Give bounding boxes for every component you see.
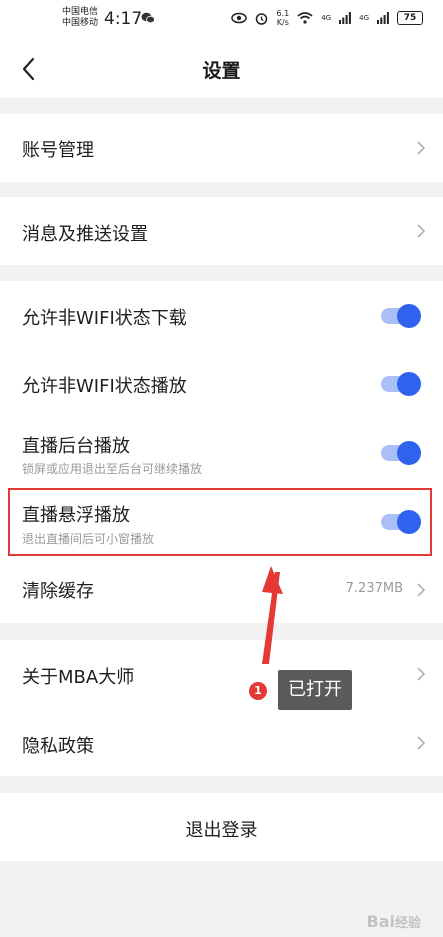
toggle-row-background-play: 直播后台播放 锁屏或应用退出至后台可继续播放 — [0, 417, 443, 487]
row-label: 直播悬浮播放 — [22, 505, 130, 526]
toggle-row-wifi-download: 允许非WIFI状态下载 — [0, 281, 443, 349]
row-sublabel: 锁屏或应用退出至后台可继续播放 — [22, 462, 203, 476]
logout-label: 退出登录 — [185, 820, 258, 841]
settings-group-about: 关于MBA大师 隐私政策 — [0, 640, 443, 776]
watermark-logo: Bai经验 — [366, 912, 422, 931]
settings-group-playback: 允许非WIFI状态下载 允许非WIFI状态播放 直播后台播放 锁屏或应用退出至后… — [0, 281, 443, 623]
net-speed-value: 6.1 — [276, 9, 290, 18]
step-badge: 1 — [249, 682, 267, 700]
clear-cache-row[interactable]: 清除缓存 7.237MB — [0, 557, 443, 623]
about-row[interactable]: 关于MBA大师 — [0, 640, 443, 708]
nav-bar: 设置 — [0, 40, 443, 98]
signal-1-label: 4G — [321, 14, 332, 22]
privacy-row[interactable]: 隐私政策 — [0, 708, 443, 776]
wifi-play-toggle[interactable] — [381, 372, 421, 396]
row-label: 账号管理 — [22, 140, 94, 161]
row-label: 清除缓存 — [22, 581, 94, 602]
row-sublabel: 退出直播间后可小窗播放 — [22, 532, 155, 546]
float-play-toggle[interactable] — [381, 510, 421, 534]
toggle-row-float-play: 直播悬浮播放 退出直播间后可小窗播放 — [0, 487, 443, 557]
logout-button[interactable]: 退出登录 — [0, 793, 443, 861]
chevron-right-icon — [417, 667, 426, 681]
wifi-download-toggle[interactable] — [381, 304, 421, 328]
settings-group-account: 账号管理 — [0, 114, 443, 182]
signal-icon — [339, 12, 352, 24]
background-play-toggle[interactable] — [381, 441, 421, 465]
status-icons: 6.1 K/s 4G 4G 75 — [231, 9, 423, 27]
push-settings-row[interactable]: 消息及推送设置 — [0, 197, 443, 265]
status-bar: 中国电信 中国移动 4:17 6.1 K/s 4G 4G 75 — [0, 0, 443, 40]
carrier-info: 中国电信 中国移动 — [62, 7, 98, 29]
cache-size: 7.237MB — [345, 581, 403, 596]
chevron-right-icon — [417, 224, 426, 238]
chevron-right-icon — [417, 141, 426, 155]
account-management-row[interactable]: 账号管理 — [0, 114, 443, 182]
carrier-2: 中国移动 — [62, 18, 99, 28]
settings-group-push: 消息及推送设置 — [0, 197, 443, 265]
wifi-icon — [297, 12, 313, 24]
row-label: 允许非WIFI状态播放 — [22, 376, 187, 397]
chevron-right-icon — [417, 736, 426, 750]
carrier-1: 中国电信 — [62, 7, 99, 17]
battery-icon: 75 — [397, 11, 423, 25]
toggle-row-wifi-play: 允许非WIFI状态播放 — [0, 349, 443, 417]
row-label: 消息及推送设置 — [22, 224, 148, 245]
logout-group: 退出登录 — [0, 793, 443, 861]
wechat-icon — [141, 12, 155, 24]
signal-icon — [377, 12, 389, 24]
alarm-icon — [256, 12, 268, 25]
row-label: 直播后台播放 — [22, 436, 130, 457]
row-label: 隐私政策 — [22, 736, 94, 757]
chevron-right-icon — [417, 583, 426, 597]
signal-2-label: 4G — [359, 14, 369, 22]
net-speed: 6.1 K/s — [276, 9, 289, 27]
eye-icon — [231, 12, 248, 24]
row-label: 允许非WIFI状态下载 — [22, 308, 187, 329]
row-label: 关于MBA大师 — [22, 667, 135, 688]
annotation-tooltip: 已打开 — [278, 670, 352, 710]
clock: 4:17 — [104, 9, 143, 29]
net-speed-unit: K/s — [276, 18, 289, 27]
page-title: 设置 — [202, 60, 241, 82]
